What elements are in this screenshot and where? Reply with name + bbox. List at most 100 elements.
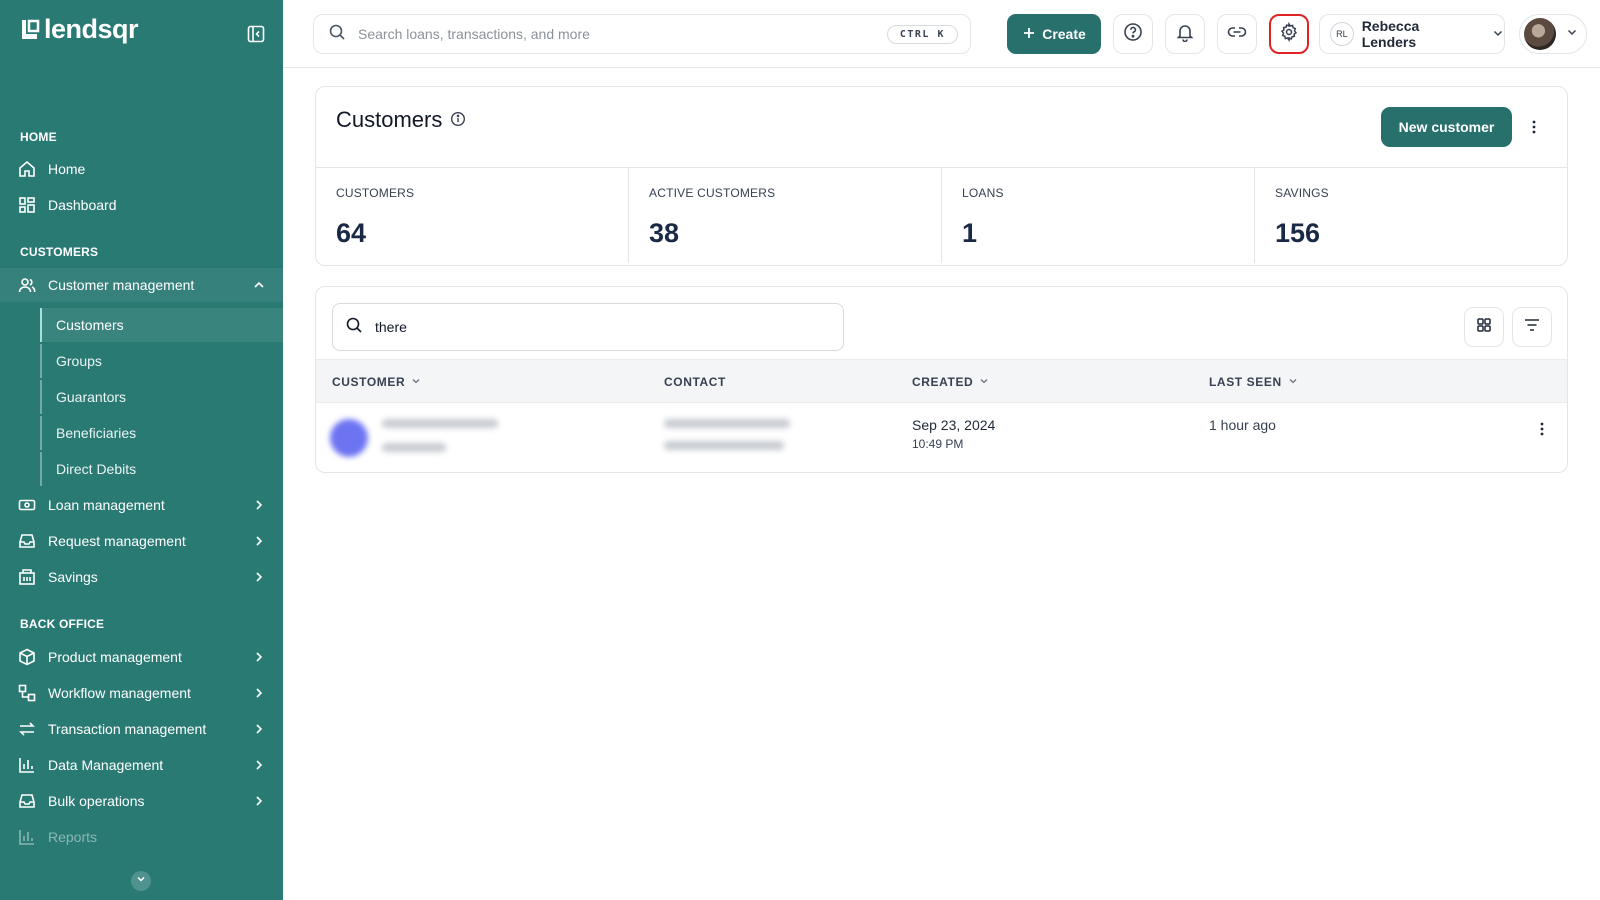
create-button[interactable]: Create: [1007, 14, 1101, 54]
scroll-down-button[interactable]: [131, 871, 151, 891]
nav-data-management[interactable]: Data Management: [0, 748, 283, 782]
help-icon: [1123, 22, 1143, 47]
search-shortcut: CTRL K: [886, 25, 958, 44]
savings-icon: [18, 568, 36, 586]
bell-icon: [1175, 22, 1195, 47]
nav-product-management[interactable]: Product management: [0, 640, 283, 674]
nav-workflow-management[interactable]: Workflow management: [0, 676, 283, 710]
stat-customers: CUSTOMERS 64: [316, 168, 629, 263]
section-home: HOME: [20, 130, 57, 144]
chevron-right-icon: [252, 650, 266, 664]
page-title: Customers: [336, 107, 466, 133]
nav-product-management-label: Product management: [48, 649, 182, 665]
filter-button[interactable]: [1512, 307, 1552, 347]
chevron-up-icon: [252, 278, 266, 292]
row-actions-icon[interactable]: [1534, 421, 1550, 437]
users-icon: [18, 276, 36, 294]
contact-phone-redacted: [664, 419, 790, 428]
help-button[interactable]: [1113, 14, 1153, 54]
nav-dashboard-label: Dashboard: [48, 197, 117, 213]
lendsqr-logo-icon: [20, 19, 40, 41]
sub-item-customers[interactable]: Customers: [40, 308, 283, 342]
column-label: LAST SEEN: [1209, 375, 1282, 389]
chevron-right-icon: [252, 686, 266, 700]
column-last-seen[interactable]: LAST SEEN: [1209, 375, 1298, 389]
search-icon: [345, 316, 363, 339]
bar-chart-icon: [18, 756, 36, 774]
nav-customer-management-label: Customer management: [48, 277, 195, 293]
stat-label: SAVINGS: [1275, 186, 1329, 200]
chevron-down-icon: [1566, 25, 1578, 43]
sidebar: lendsqr HOME Home Dashboard CUSTOMERS Cu…: [0, 0, 283, 900]
nav-request-management[interactable]: Request management: [0, 524, 283, 558]
column-customer[interactable]: CUSTOMER: [332, 375, 421, 389]
more-options-icon[interactable]: [1526, 119, 1542, 135]
customer-avatar: [330, 419, 368, 457]
nav-bulk-operations[interactable]: Bulk operations: [0, 784, 283, 818]
grid-view-button[interactable]: [1464, 307, 1504, 347]
link-icon: [1226, 21, 1248, 48]
chevron-down-icon: [979, 375, 989, 389]
chevron-right-icon: [252, 570, 266, 584]
transfer-icon: [18, 720, 36, 738]
nav-home[interactable]: Home: [0, 152, 283, 186]
notifications-button[interactable]: [1165, 14, 1205, 54]
stat-label: CUSTOMERS: [336, 186, 415, 200]
global-search-input[interactable]: [358, 26, 878, 42]
created-date: Sep 23, 2024: [912, 417, 996, 433]
sub-item-groups[interactable]: Groups: [40, 344, 283, 378]
avatar: [1524, 18, 1556, 50]
new-customer-button[interactable]: New customer: [1381, 107, 1512, 147]
column-created[interactable]: CREATED: [912, 375, 989, 389]
section-back-office: BACK OFFICE: [20, 617, 105, 631]
brand-logo[interactable]: lendsqr: [20, 16, 139, 43]
nav-loan-management[interactable]: Loan management: [0, 488, 283, 522]
settings-button[interactable]: [1269, 14, 1309, 54]
column-contact: CONTACT: [664, 375, 726, 389]
chevron-right-icon: [252, 794, 266, 808]
column-label: CONTACT: [664, 375, 726, 389]
table-search-input[interactable]: [375, 319, 815, 335]
nav-savings[interactable]: Savings: [0, 560, 283, 594]
nav-transaction-management-label: Transaction management: [48, 721, 207, 737]
gear-icon: [1279, 21, 1299, 47]
info-icon[interactable]: [450, 107, 466, 133]
created-time: 10:49 PM: [912, 437, 964, 451]
nav-home-label: Home: [48, 161, 86, 177]
dashboard-icon: [18, 196, 36, 214]
loan-icon: [18, 496, 36, 514]
stat-value: 38: [649, 218, 680, 248]
stat-label: ACTIVE CUSTOMERS: [649, 186, 776, 200]
stat-savings: SAVINGS 156: [1255, 168, 1567, 263]
sub-item-guarantors[interactable]: Guarantors: [40, 380, 283, 414]
nav-transaction-management[interactable]: Transaction management: [0, 712, 283, 746]
chevron-right-icon: [252, 722, 266, 736]
global-search[interactable]: CTRL K: [313, 14, 971, 54]
link-button[interactable]: [1217, 14, 1257, 54]
profile-menu-button[interactable]: [1519, 14, 1587, 54]
nav-customer-management[interactable]: Customer management: [0, 268, 283, 302]
nav-dashboard[interactable]: Dashboard: [0, 188, 283, 222]
column-label: CREATED: [912, 375, 974, 389]
contact-email-redacted: [664, 441, 784, 450]
table-header: CUSTOMER CONTACT CREATED LAST SEEN: [316, 359, 1567, 403]
sub-item-beneficiaries[interactable]: Beneficiaries: [40, 416, 283, 450]
chevron-down-icon: [411, 375, 421, 389]
table-search[interactable]: [332, 303, 844, 351]
nav-loan-management-label: Loan management: [48, 497, 165, 513]
sub-item-direct-debits[interactable]: Direct Debits: [40, 452, 283, 486]
filter-icon: [1523, 316, 1541, 339]
stat-value: 1: [962, 218, 978, 248]
inbox-icon: [18, 792, 36, 810]
account-switcher[interactable]: RL Rebecca Lenders: [1319, 14, 1505, 54]
column-label: CUSTOMER: [332, 375, 406, 389]
chevron-right-icon: [252, 534, 266, 548]
stat-label: LOANS: [962, 186, 1004, 200]
table-row[interactable]: Sep 23, 2024 10:49 PM 1 hour ago: [316, 403, 1567, 471]
nav-reports-label: Reports: [48, 829, 98, 845]
bar-chart-icon: [18, 828, 36, 846]
collapse-sidebar-icon[interactable]: [247, 25, 265, 43]
nav-reports[interactable]: Reports: [0, 820, 283, 854]
chevron-right-icon: [252, 758, 266, 772]
stats-row: CUSTOMERS 64 ACTIVE CUSTOMERS 38 LOANS 1…: [316, 167, 1567, 263]
